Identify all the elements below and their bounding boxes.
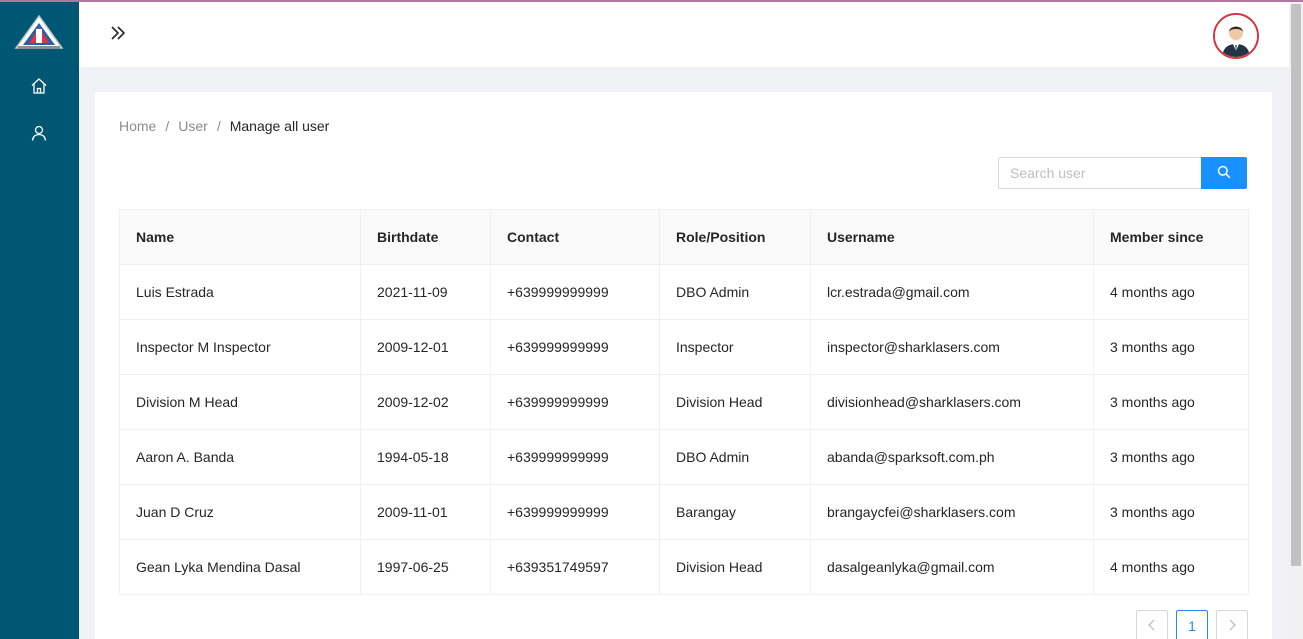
cell-contact: +639999999999	[490, 319, 660, 375]
cell-contact: +639351749597	[490, 539, 660, 595]
chevron-left-icon	[1147, 618, 1157, 634]
table-row[interactable]: Division M Head 2009-12-02 +639999999999…	[119, 374, 1249, 430]
cell-contact: +639999999999	[490, 484, 660, 540]
cell-username: brangaycfei@sharklasers.com	[810, 484, 1094, 540]
cell-username: divisionhead@sharklasers.com	[810, 374, 1094, 430]
cell-username: abanda@sparksoft.com.ph	[810, 429, 1094, 485]
nav-user-icon[interactable]	[29, 123, 49, 143]
cell-contact: +639999999999	[490, 264, 660, 320]
breadcrumb-separator: /	[165, 118, 170, 134]
cell-username: inspector@sharklasers.com	[810, 319, 1094, 375]
cell-username: dasalgeanlyka@gmail.com	[810, 539, 1094, 595]
column-header-role[interactable]: Role/Position	[659, 209, 811, 265]
sidebar	[0, 2, 79, 639]
breadcrumb-home[interactable]: Home	[119, 118, 156, 134]
cell-member-since: 3 months ago	[1093, 374, 1249, 430]
table-row[interactable]: Aaron A. Banda 1994-05-18 +639999999999 …	[119, 429, 1249, 485]
table-row[interactable]: Juan D Cruz 2009-11-01 +639999999999 Bar…	[119, 484, 1249, 540]
cell-member-since: 3 months ago	[1093, 484, 1249, 540]
table-row[interactable]: Inspector M Inspector 2009-12-01 +639999…	[119, 319, 1249, 375]
cell-name: Division M Head	[119, 374, 361, 430]
pagination-next-button[interactable]	[1216, 610, 1248, 639]
sidebar-toggle-button[interactable]	[109, 22, 129, 44]
chevron-right-icon	[1227, 618, 1237, 634]
cell-username: lcr.estrada@gmail.com	[810, 264, 1094, 320]
cell-name: Juan D Cruz	[119, 484, 361, 540]
cell-birthdate: 2009-11-01	[360, 484, 491, 540]
column-header-username[interactable]: Username	[810, 209, 1094, 265]
cell-name: Luis Estrada	[119, 264, 361, 320]
cell-member-since: 4 months ago	[1093, 539, 1249, 595]
search-icon	[1217, 165, 1231, 182]
column-header-contact[interactable]: Contact	[490, 209, 660, 265]
column-header-name[interactable]: Name	[119, 209, 361, 265]
cell-name: Inspector M Inspector	[119, 319, 361, 375]
cell-member-since: 3 months ago	[1093, 429, 1249, 485]
user-avatar[interactable]	[1213, 13, 1259, 59]
search-group	[998, 157, 1247, 189]
cell-member-since: 3 months ago	[1093, 319, 1249, 375]
table-row[interactable]: Luis Estrada 2021-11-09 +639999999999 DB…	[119, 264, 1249, 320]
page-scrollbar-thumb[interactable]	[1291, 4, 1301, 566]
users-table: Name Birthdate Contact Role/Position Use…	[119, 209, 1249, 595]
top-header	[79, 2, 1289, 67]
cell-member-since: 4 months ago	[1093, 264, 1249, 320]
agency-logo-icon[interactable]	[14, 14, 64, 54]
cell-contact: +639999999999	[490, 429, 660, 485]
cell-role: DBO Admin	[659, 429, 811, 485]
content-card: Home / User / Manage all user Name Birth…	[95, 92, 1272, 639]
cell-role: DBO Admin	[659, 264, 811, 320]
breadcrumb-current: Manage all user	[229, 118, 330, 134]
breadcrumb-user[interactable]: User	[178, 118, 208, 134]
cell-name: Aaron A. Banda	[119, 429, 361, 485]
column-header-member-since[interactable]: Member since	[1093, 209, 1249, 265]
table-header-row: Name Birthdate Contact Role/Position Use…	[119, 209, 1249, 265]
cell-role: Inspector	[659, 319, 811, 375]
cell-birthdate: 2021-11-09	[360, 264, 491, 320]
breadcrumb: Home / User / Manage all user	[119, 118, 329, 134]
search-button[interactable]	[1201, 157, 1247, 189]
search-input[interactable]	[998, 157, 1201, 189]
nav-home-icon[interactable]	[29, 76, 49, 96]
cell-birthdate: 1994-05-18	[360, 429, 491, 485]
pagination-prev-button[interactable]	[1136, 610, 1168, 639]
table-row[interactable]: Gean Lyka Mendina Dasal 1997-06-25 +6393…	[119, 539, 1249, 595]
cell-name: Gean Lyka Mendina Dasal	[119, 539, 361, 595]
column-header-birthdate[interactable]: Birthdate	[360, 209, 491, 265]
pagination-page-1[interactable]: 1	[1176, 610, 1208, 639]
cell-role: Division Head	[659, 539, 811, 595]
breadcrumb-separator: /	[216, 118, 221, 134]
cell-birthdate: 2009-12-01	[360, 319, 491, 375]
cell-contact: +639999999999	[490, 374, 660, 430]
cell-birthdate: 1997-06-25	[360, 539, 491, 595]
cell-role: Division Head	[659, 374, 811, 430]
cell-birthdate: 2009-12-02	[360, 374, 491, 430]
cell-role: Barangay	[659, 484, 811, 540]
